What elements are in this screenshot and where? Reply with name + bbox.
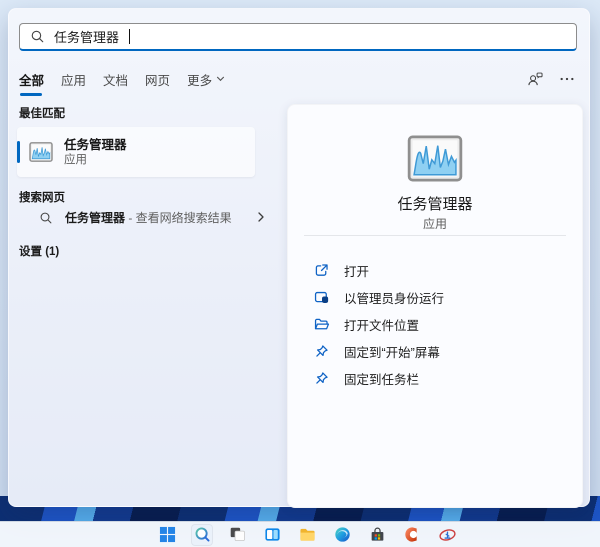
office-button[interactable]: [401, 524, 423, 546]
tab-all[interactable]: 全部: [19, 70, 44, 96]
ellipsis-icon[interactable]: [559, 76, 575, 82]
taskbar: [0, 521, 600, 547]
best-match-subtitle: 应用: [64, 154, 87, 166]
chevron-right-icon: [255, 210, 267, 224]
tab-apps[interactable]: 应用: [61, 70, 86, 89]
run-as-admin-icon: [313, 289, 330, 306]
action-pin-to-start[interactable]: 固定到“开始”屏幕: [288, 338, 582, 365]
preview-title: 任务管理器: [397, 196, 473, 213]
text-caret: [129, 29, 131, 44]
web-result-suffix: - 查看网络搜索结果: [125, 211, 232, 225]
open-icon: [313, 262, 330, 279]
action-open[interactable]: 打开: [288, 257, 582, 284]
task-manager-icon-large: [288, 135, 582, 182]
account-icon[interactable]: [526, 71, 544, 87]
edge-browser-button[interactable]: [331, 524, 353, 546]
action-open-file-location[interactable]: 打开文件位置: [288, 311, 582, 338]
search-icon: [39, 211, 53, 225]
action-label: 固定到任务栏: [344, 373, 420, 387]
web-search-result[interactable]: 任务管理器 - 查看网络搜索结果: [17, 204, 267, 232]
open-file-location-icon: [313, 316, 330, 333]
best-match-section-label: 最佳匹配: [19, 108, 65, 120]
web-result-title: 任务管理器: [65, 211, 126, 225]
action-label: 打开: [344, 265, 370, 279]
tab-web[interactable]: 网页: [145, 70, 170, 89]
taskbar-search-button[interactable]: [191, 523, 213, 546]
preview-subtitle: 应用: [422, 217, 447, 231]
result-preview-panel: 任务管理器 应用 打开 以管理员身份运行 打开文件位置 固定到“开始”屏幕 固定…: [287, 104, 583, 508]
search-icon: [30, 29, 45, 44]
action-label: 以管理员身份运行: [344, 292, 445, 306]
divider: [304, 235, 566, 236]
action-list: 打开 以管理员身份运行 打开文件位置 固定到“开始”屏幕 固定到任务栏: [288, 257, 582, 392]
action-label: 打开文件位置: [344, 319, 420, 333]
web-search-section-label: 搜索网页: [19, 192, 65, 204]
action-run-as-admin[interactable]: 以管理员身份运行: [288, 284, 582, 311]
search-filter-tabs: 全部 应用 文档 网页 更多: [19, 66, 225, 96]
widgets-button[interactable]: [261, 524, 283, 546]
tab-more[interactable]: 更多: [187, 70, 225, 89]
search-query-text: 任务管理器: [54, 30, 120, 45]
file-explorer-button[interactable]: [296, 524, 318, 546]
action-pin-to-taskbar[interactable]: 固定到任务栏: [288, 365, 582, 392]
windows-start-button[interactable]: [156, 524, 178, 546]
search-toolbar-icons: [526, 66, 575, 92]
pin-icon: [313, 370, 330, 387]
best-match-title: 任务管理器: [64, 138, 127, 152]
search-input[interactable]: 任务管理器: [19, 23, 577, 51]
task-view-button[interactable]: [226, 524, 248, 546]
settings-section-label: 设置 (1): [19, 246, 60, 258]
task-manager-icon: [29, 142, 53, 162]
best-match-result[interactable]: 任务管理器 应用: [17, 127, 255, 177]
tab-documents[interactable]: 文档: [103, 70, 128, 89]
chevron-down-icon: [216, 76, 225, 82]
action-label: 固定到“开始”屏幕: [344, 346, 440, 360]
desktop: 任务管理器 全部 应用 文档 网页 更多 最佳匹配 任务管理器 应用 搜索网页 …: [0, 0, 600, 547]
windows-search-flyout: 任务管理器 全部 应用 文档 网页 更多 最佳匹配 任务管理器 应用 搜索网页 …: [8, 8, 590, 508]
pin-icon: [313, 343, 330, 360]
microsoft-store-button[interactable]: [366, 524, 388, 546]
unknown-app-icon[interactable]: [436, 524, 458, 546]
